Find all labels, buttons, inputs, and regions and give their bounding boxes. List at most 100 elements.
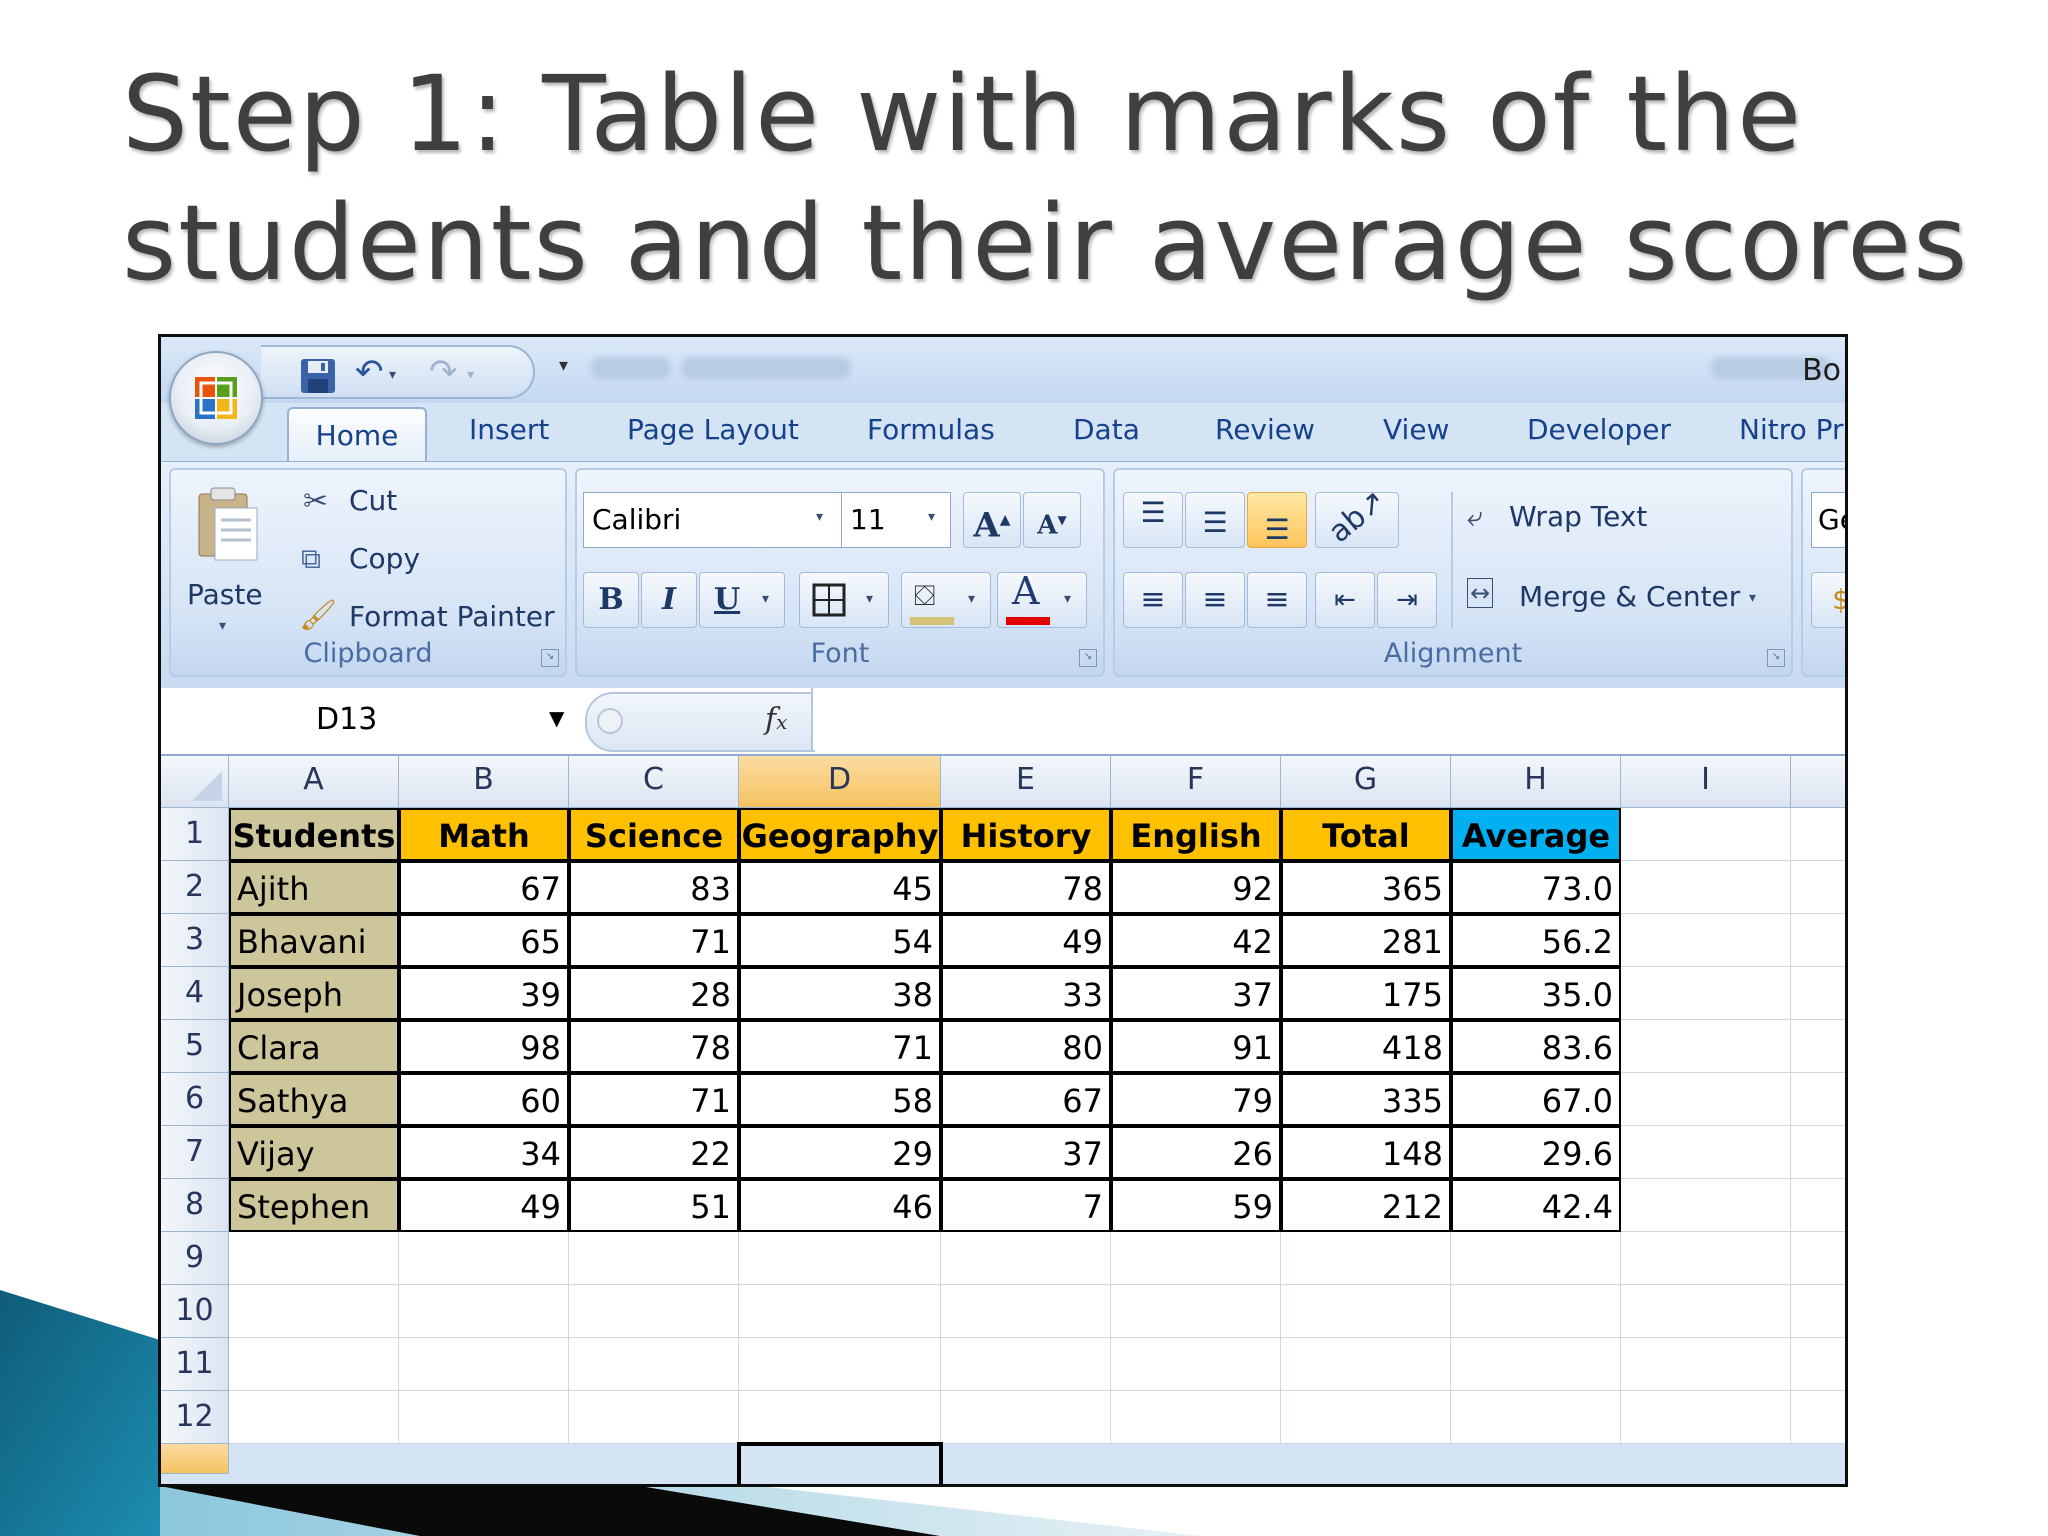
cell-a12[interactable] [229,1391,399,1444]
cell-i9[interactable] [1621,1232,1791,1285]
row-header-13[interactable] [161,1444,229,1474]
row-header-3[interactable]: 3 [161,914,229,967]
font-size-select[interactable]: 11 ▾ [841,492,951,548]
cell-j4[interactable] [1791,967,1845,1020]
cell-c1[interactable]: Science [569,808,739,861]
cell-j7[interactable] [1791,1126,1845,1179]
cell-g2[interactable]: 365 [1281,861,1451,914]
cell-c10[interactable] [569,1285,739,1338]
cell-f2[interactable]: 92 [1111,861,1281,914]
cell-d9[interactable] [739,1232,941,1285]
cell-i12[interactable] [1621,1391,1791,1444]
cell-e7[interactable]: 37 [941,1126,1111,1179]
format-painter-button[interactable]: Format Painter [349,600,555,633]
align-bottom-button[interactable]: ☰ [1247,492,1307,548]
row-header-4[interactable]: 4 [161,967,229,1020]
row-header-10[interactable]: 10 [161,1285,229,1338]
row-header-1[interactable]: 1 [161,808,229,861]
column-header-e[interactable]: E [941,756,1111,808]
cell-g6[interactable]: 335 [1281,1073,1451,1126]
row-header-6[interactable]: 6 [161,1073,229,1126]
cell-d8[interactable]: 46 [739,1179,941,1232]
cell-e3[interactable]: 49 [941,914,1111,967]
tab-home[interactable]: Home [287,407,427,465]
cell-h12[interactable] [1451,1391,1621,1444]
cell-i4[interactable] [1621,967,1791,1020]
cell-h1[interactable]: Average [1451,808,1621,861]
fill-color-dropdown-icon[interactable]: ▾ [968,591,975,607]
row-header-2[interactable]: 2 [161,861,229,914]
select-all-button[interactable] [161,756,229,808]
cell-b8[interactable]: 49 [399,1179,569,1232]
cell-b12[interactable] [399,1391,569,1444]
cell-d5[interactable]: 71 [739,1020,941,1073]
cell-g4[interactable]: 175 [1281,967,1451,1020]
cell-j1[interactable] [1791,808,1845,861]
cell-c8[interactable]: 51 [569,1179,739,1232]
cell-a9[interactable] [229,1232,399,1285]
cell-h10[interactable] [1451,1285,1621,1338]
paste-dropdown-icon[interactable]: ▾ [219,618,226,634]
column-header-g[interactable]: G [1281,756,1451,808]
merge-center-button[interactable]: ↔ Merge & Center ▾ [1467,572,1787,622]
cell-b4[interactable]: 39 [399,967,569,1020]
cell-d2[interactable]: 45 [739,861,941,914]
copy-button[interactable]: Copy [349,542,420,575]
row-header-5[interactable]: 5 [161,1020,229,1073]
cut-button[interactable]: Cut [349,484,397,517]
cell-c3[interactable]: 71 [569,914,739,967]
cell-c6[interactable]: 71 [569,1073,739,1126]
cell-g8[interactable]: 212 [1281,1179,1451,1232]
cell-j9[interactable] [1791,1232,1845,1285]
save-icon[interactable] [299,357,337,401]
tab-formulas[interactable]: Formulas [867,413,995,446]
active-cell-outline[interactable] [737,1442,943,1484]
name-box[interactable]: D13 ▼ [161,688,581,750]
cell-i3[interactable] [1621,914,1791,967]
cell-a5[interactable]: Clara [229,1020,399,1073]
cell-i2[interactable] [1621,861,1791,914]
cell-a2[interactable]: Ajith [229,861,399,914]
cell-d12[interactable] [739,1391,941,1444]
wrap-text-button[interactable]: ⤶ Wrap Text [1467,494,1697,544]
cell-b10[interactable] [399,1285,569,1338]
cell-f8[interactable]: 59 [1111,1179,1281,1232]
cell-c7[interactable]: 22 [569,1126,739,1179]
cell-d4[interactable]: 38 [739,967,941,1020]
align-top-button[interactable]: ☰ [1123,492,1183,548]
orientation-button[interactable]: ab↗ [1315,483,1399,550]
cell-e10[interactable] [941,1285,1111,1338]
cell-j3[interactable] [1791,914,1845,967]
borders-dropdown-icon[interactable]: ▾ [866,591,873,607]
cell-i10[interactable] [1621,1285,1791,1338]
redo-dropdown-icon[interactable]: ▾ [467,367,474,383]
cell-g7[interactable]: 148 [1281,1126,1451,1179]
font-color-dropdown-icon[interactable]: ▾ [1064,591,1071,607]
cell-i1[interactable] [1621,808,1791,861]
cell-h6[interactable]: 67.0 [1451,1073,1621,1126]
cell-i8[interactable] [1621,1179,1791,1232]
decrease-indent-button[interactable]: ⇤ [1315,572,1375,628]
row-header-7[interactable]: 7 [161,1126,229,1179]
borders-button[interactable]: ▾ [799,572,889,628]
tab-view[interactable]: View [1383,413,1449,446]
cell-a11[interactable] [229,1338,399,1391]
align-center-button[interactable]: ≡ [1185,572,1245,628]
cell-h4[interactable]: 35.0 [1451,967,1621,1020]
bold-button[interactable]: B [583,572,639,628]
cell-j10[interactable] [1791,1285,1845,1338]
cell-j12[interactable] [1791,1391,1845,1444]
cell-g10[interactable] [1281,1285,1451,1338]
cell-d3[interactable]: 54 [739,914,941,967]
cell-b7[interactable]: 34 [399,1126,569,1179]
cell-f6[interactable]: 79 [1111,1073,1281,1126]
merge-center-dropdown-icon[interactable]: ▾ [1749,590,1756,606]
cell-c11[interactable] [569,1338,739,1391]
grow-font-button[interactable]: A▲ [963,492,1021,548]
expand-formula-icon[interactable] [597,708,623,734]
tab-data[interactable]: Data [1073,413,1140,446]
name-box-dropdown-icon[interactable]: ▼ [549,706,564,730]
column-header-i[interactable]: I [1621,756,1791,808]
cell-b1[interactable]: Math [399,808,569,861]
column-header-b[interactable]: B [399,756,569,808]
